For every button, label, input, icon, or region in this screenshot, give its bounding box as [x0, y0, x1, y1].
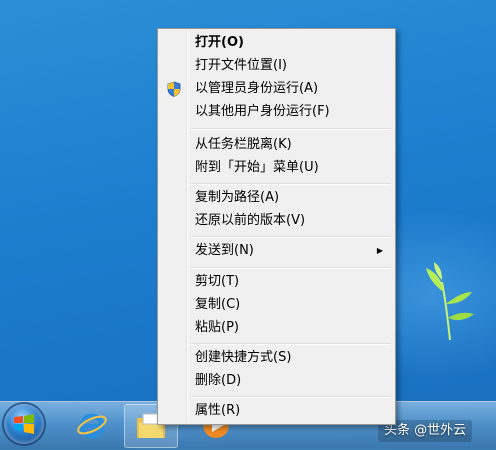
menu-item-pin-to-start-menu[interactable]: 附到「开始」菜单(U): [160, 157, 393, 179]
menu-item-cut[interactable]: 剪切(T): [160, 271, 393, 293]
menu-item-label: 复制为路径(A): [195, 190, 280, 205]
menu-item-unpin-from-taskbar[interactable]: 从任务栏脱离(K): [160, 134, 393, 156]
menu-item-label: 删除(D): [195, 373, 242, 388]
menu-separator: [191, 128, 391, 130]
menu-separator: [191, 343, 391, 345]
menu-item-run-as-other-user[interactable]: 以其他用户身份运行(F): [160, 101, 393, 123]
menu-item-copy[interactable]: 复制(C): [160, 294, 393, 316]
menu-item-label: 打开文件位置(I): [195, 58, 287, 73]
submenu-arrow-icon: ▶: [376, 246, 383, 255]
windows-start-icon: [14, 414, 34, 434]
uac-shield-icon: [167, 81, 181, 97]
menu-item-create-shortcut[interactable]: 创建快捷方式(S): [160, 347, 393, 369]
menu-item-label: 粘贴(P): [195, 320, 239, 335]
wallpaper-leaf-decoration: [426, 262, 474, 341]
menu-item-send-to[interactable]: 发送到(N) ▶: [160, 240, 393, 262]
context-menu: 打开(O) 打开文件位置(I) 以管理员身份运行(A) 以其他用户身份运行(F)…: [157, 28, 396, 425]
menu-item-label: 打开(O): [195, 35, 244, 50]
menu-item-delete[interactable]: 删除(D): [160, 370, 393, 392]
taskbar-internet-explorer-button[interactable]: [66, 404, 118, 446]
menu-item-label: 剪切(T): [195, 274, 240, 289]
menu-separator: [191, 236, 391, 238]
menu-item-copy-as-path[interactable]: 复制为路径(A): [160, 187, 393, 209]
menu-item-label: 以管理员身份运行(A): [195, 81, 319, 96]
menu-separator: [191, 396, 391, 398]
menu-item-open[interactable]: 打开(O): [160, 32, 393, 54]
menu-item-paste[interactable]: 粘贴(P): [160, 317, 393, 339]
menu-separator: [191, 267, 391, 269]
menu-item-run-as-admin[interactable]: 以管理员身份运行(A): [160, 78, 393, 100]
start-button[interactable]: [4, 404, 44, 444]
menu-item-label: 发送到(N): [195, 243, 254, 258]
menu-item-properties[interactable]: 属性(R): [160, 400, 393, 422]
menu-item-open-file-location[interactable]: 打开文件位置(I): [160, 55, 393, 77]
menu-item-label: 复制(C): [195, 297, 241, 312]
internet-explorer-icon: [77, 413, 107, 439]
menu-item-label: 属性(R): [195, 403, 241, 418]
menu-item-label: 创建快捷方式(S): [195, 350, 292, 365]
menu-item-label: 以其他用户身份运行(F): [195, 104, 330, 119]
menu-item-label: 还原以前的版本(V): [195, 213, 306, 228]
menu-separator: [191, 183, 391, 185]
menu-item-restore-previous-versions[interactable]: 还原以前的版本(V): [160, 210, 393, 232]
menu-item-label: 从任务栏脱离(K): [195, 137, 292, 152]
menu-item-label: 附到「开始」菜单(U): [195, 160, 319, 175]
